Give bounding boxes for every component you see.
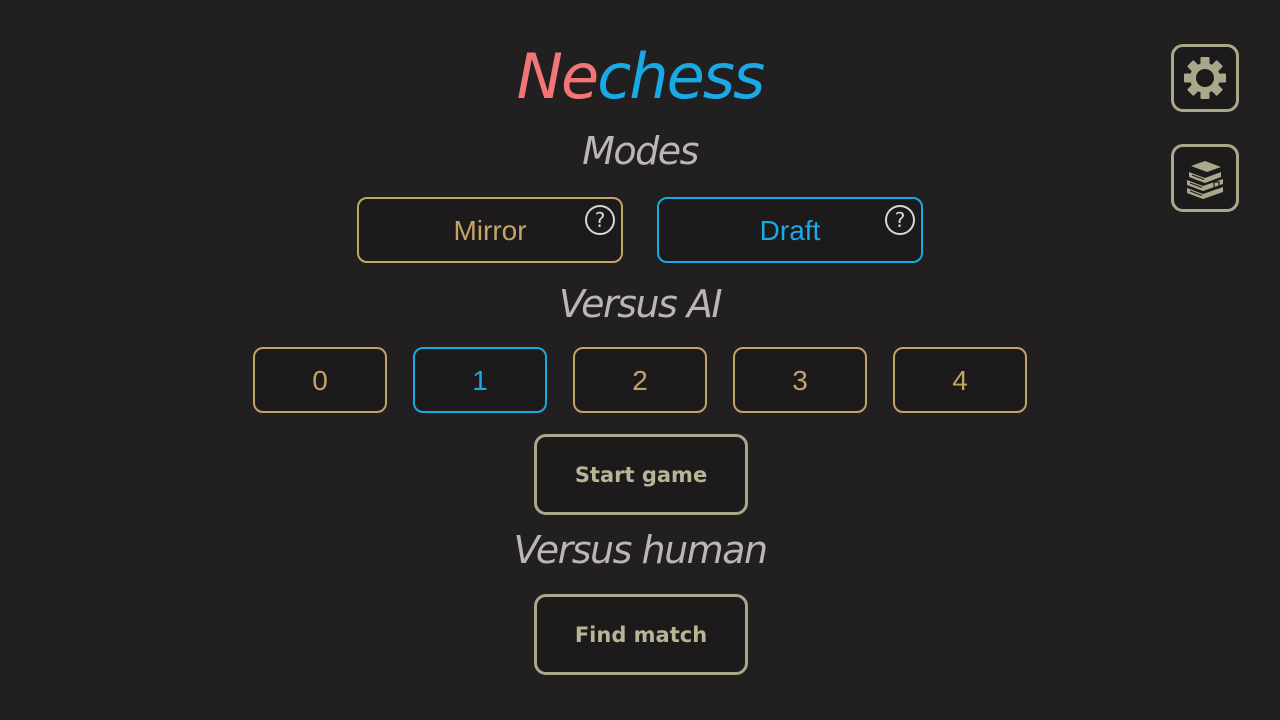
main-menu-screen: Nechess Modes Mirror ? Draft ? Versus AI… — [0, 0, 1280, 720]
title-part-chess: chess — [597, 40, 765, 113]
mirror-mode-button[interactable]: Mirror ? — [357, 197, 623, 263]
start-game-button[interactable]: Start game — [534, 434, 748, 515]
ai-level-label: 3 — [792, 365, 808, 396]
books-icon — [1187, 161, 1223, 199]
title-part-ne: Ne — [516, 40, 600, 113]
ai-level-label: 1 — [472, 365, 488, 396]
ai-level-0-button[interactable]: 0 — [253, 347, 387, 413]
game-title: Nechess — [0, 40, 1280, 114]
start-game-label: Start game — [574, 463, 708, 487]
ai-level-label: 0 — [312, 365, 328, 396]
mirror-mode-label: Mirror — [453, 215, 527, 246]
find-match-button[interactable]: Find match — [534, 594, 748, 675]
mirror-help-icon[interactable]: ? — [585, 205, 615, 235]
versus-human-heading: Versus human — [513, 528, 768, 572]
ai-level-2-button[interactable]: 2 — [573, 347, 707, 413]
versus-ai-heading: Versus AI — [558, 282, 723, 326]
draft-mode-button[interactable]: Draft ? — [657, 197, 923, 263]
ai-level-3-button[interactable]: 3 — [733, 347, 867, 413]
ai-level-1-button[interactable]: 1 — [413, 347, 547, 413]
settings-button[interactable] — [1171, 44, 1239, 112]
draft-help-icon[interactable]: ? — [885, 205, 915, 235]
rules-button[interactable] — [1171, 144, 1239, 212]
find-match-label: Find match — [574, 623, 708, 647]
draft-mode-label: Draft — [759, 215, 821, 246]
gear-icon — [1184, 57, 1226, 99]
modes-heading: Modes — [582, 129, 699, 173]
ai-level-4-button[interactable]: 4 — [893, 347, 1027, 413]
ai-level-label: 2 — [632, 365, 648, 396]
ai-level-label: 4 — [952, 365, 968, 396]
